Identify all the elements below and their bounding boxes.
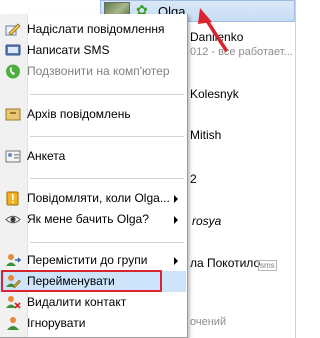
menu-item-label: Видалити контакт [27, 295, 127, 309]
move-group-icon [6, 254, 21, 266]
menu-item-delete-contact[interactable]: Видалити контакт [0, 292, 186, 313]
menu-separator [30, 242, 184, 243]
menu-item-rename[interactable]: Перейменувати [0, 270, 186, 292]
menu-item-label: Повідомляти, коли Olga... [27, 191, 170, 205]
archive-icon [5, 108, 21, 121]
menu-item-move-to-group[interactable]: Перемістити до групи [0, 250, 186, 271]
menu-item-profile[interactable]: Анкета [0, 146, 186, 167]
menu-item-label: Перейменувати [27, 274, 115, 288]
menu-item-label: Надіслати повідомлення [27, 22, 165, 36]
menu-separator [30, 136, 184, 137]
submenu-arrow-icon [174, 216, 178, 224]
menu-separator [30, 178, 184, 179]
menu-item-send-sms[interactable]: Написати SMS [0, 40, 186, 61]
context-menu: Надіслати повідомлення Написати SMS Подз… [0, 14, 188, 338]
menu-separator [30, 94, 184, 95]
sms-icon [5, 44, 21, 56]
profile-card-icon [5, 150, 21, 163]
menu-item-send-message[interactable]: Надіслати повідомлення [0, 19, 186, 40]
menu-item-label: Перемістити до групи [27, 253, 148, 267]
notify-icon [6, 191, 19, 206]
pencil-paper-icon [5, 23, 21, 36]
menu-item-label: Подзвонити на комп'ютер [27, 64, 170, 78]
menu-item-label: Ігнорувати [27, 316, 86, 330]
menu-item-how-she-sees-me[interactable]: Як мене бачить Olga? [0, 209, 186, 230]
menu-item-ignore[interactable]: Ігнорувати [0, 313, 186, 334]
menu-item-message-archive[interactable]: Архів повідомлень [0, 104, 186, 125]
submenu-arrow-icon [174, 257, 178, 265]
menu-item-label: Написати SMS [27, 43, 110, 57]
menu-item-notify-when[interactable]: Повідомляти, коли Olga... [0, 188, 186, 209]
menu-item-label: Як мене бачить Olga? [27, 212, 149, 226]
submenu-arrow-icon [174, 195, 178, 203]
eye-icon [5, 215, 21, 224]
menu-item-call-computer[interactable]: Подзвонити на комп'ютер [0, 61, 186, 82]
delete-contact-icon [6, 296, 21, 309]
ignore-icon [7, 317, 19, 330]
menu-item-label: Анкета [27, 149, 66, 163]
menu-item-label: Архів повідомлень [27, 107, 131, 121]
phone-icon [6, 64, 20, 79]
rename-icon [6, 275, 21, 289]
